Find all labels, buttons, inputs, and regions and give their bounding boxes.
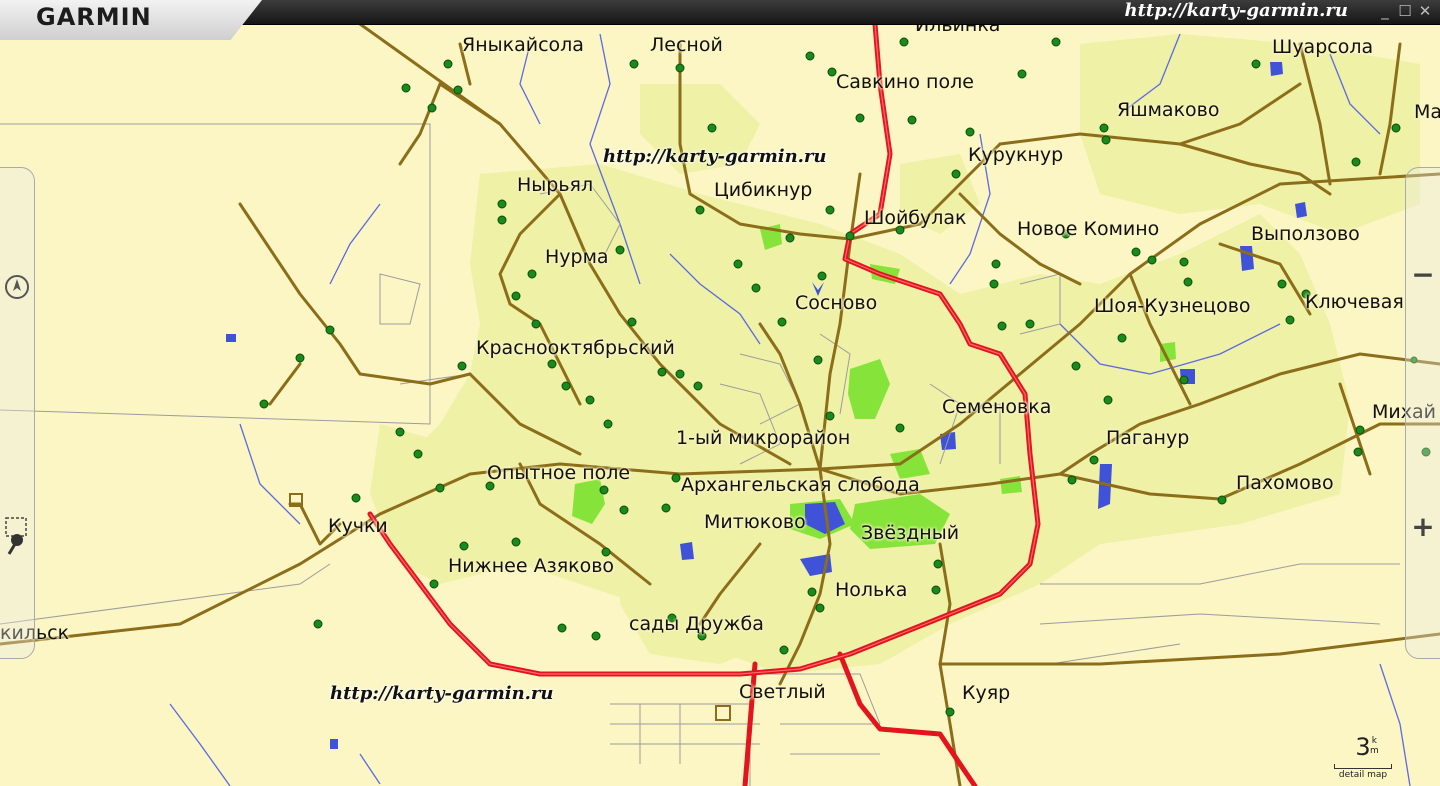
garmin-logo: GARMIN — [0, 0, 262, 40]
zoom-out-button[interactable]: − — [1408, 260, 1438, 290]
place-label[interactable]: Краснооктябрьский — [476, 337, 675, 359]
place-label[interactable]: Сосново — [795, 292, 877, 314]
place-label[interactable]: Новое Комино — [1017, 218, 1159, 240]
scale-value: 3 — [1355, 733, 1371, 761]
place-label[interactable]: Ключевая — [1305, 291, 1404, 313]
place-label[interactable]: Паганур — [1106, 427, 1189, 449]
place-label[interactable]: сады Дружба — [629, 613, 764, 635]
scale-unit: km — [1370, 736, 1379, 756]
measure-tool-icon[interactable] — [2, 516, 32, 555]
watermark-url: http://karty-garmin.ru — [603, 146, 827, 167]
detail-map-caption: detail map — [1338, 770, 1388, 780]
place-label[interactable]: Нижнее Азяково — [448, 555, 614, 577]
place-label[interactable]: Нырьял — [517, 174, 593, 196]
place-label[interactable]: Курукнур — [968, 144, 1063, 166]
watermark-url: http://karty-garmin.ru — [330, 683, 554, 704]
place-label[interactable]: Шуарсола — [1272, 36, 1373, 58]
place-label[interactable]: Митюково — [704, 511, 806, 533]
place-label[interactable]: Светлый — [739, 681, 826, 703]
place-label[interactable]: Звёздный — [861, 522, 959, 544]
place-label[interactable]: Цибикнур — [714, 179, 812, 201]
place-label[interactable]: Нурма — [545, 246, 609, 268]
map-scale: 3 km detail map — [1328, 733, 1398, 780]
minimize-icon[interactable]: _ — [1376, 2, 1394, 20]
garmin-map-window: Яныкайсола Лесной Ильинка Савкино поле Ш… — [0, 0, 1440, 786]
place-label[interactable]: Кучки — [328, 515, 388, 537]
place-label[interactable]: Архангельская слобода — [681, 474, 920, 496]
title-url: http://karty-garmin.ru — [1124, 0, 1349, 21]
place-label[interactable]: Савкино поле — [836, 71, 974, 93]
scale-bar — [1334, 764, 1392, 769]
map-canvas[interactable] — [0, 24, 1440, 786]
logo-text: GARMIN — [36, 3, 152, 31]
place-label[interactable]: Семеновка — [942, 396, 1051, 418]
place-label[interactable]: Лесной — [650, 34, 723, 56]
close-icon[interactable]: ✕ — [1416, 2, 1434, 20]
place-label[interactable]: Куяр — [962, 682, 1010, 704]
place-label[interactable]: Яныкайсола — [462, 34, 584, 56]
place-label[interactable]: Опытное поле — [487, 462, 630, 484]
place-label[interactable]: Ма — [1414, 101, 1440, 123]
right-control-panel: − + — [1405, 167, 1440, 659]
place-label[interactable]: Шойбулак — [864, 207, 967, 229]
place-label[interactable]: Нолька — [835, 579, 907, 601]
place-label[interactable]: 1-ый микрорайон — [676, 427, 850, 449]
zoom-in-button[interactable]: + — [1408, 512, 1438, 542]
left-control-panel — [0, 167, 35, 659]
place-label[interactable]: Шоя-Кузнецово — [1094, 295, 1251, 317]
place-label[interactable]: Выползово — [1251, 223, 1360, 245]
place-label[interactable]: Пахомово — [1236, 472, 1334, 494]
place-label[interactable]: Яшмаково — [1117, 99, 1220, 121]
compass-icon[interactable] — [2, 274, 32, 304]
restore-icon[interactable]: ☐ — [1396, 2, 1414, 20]
